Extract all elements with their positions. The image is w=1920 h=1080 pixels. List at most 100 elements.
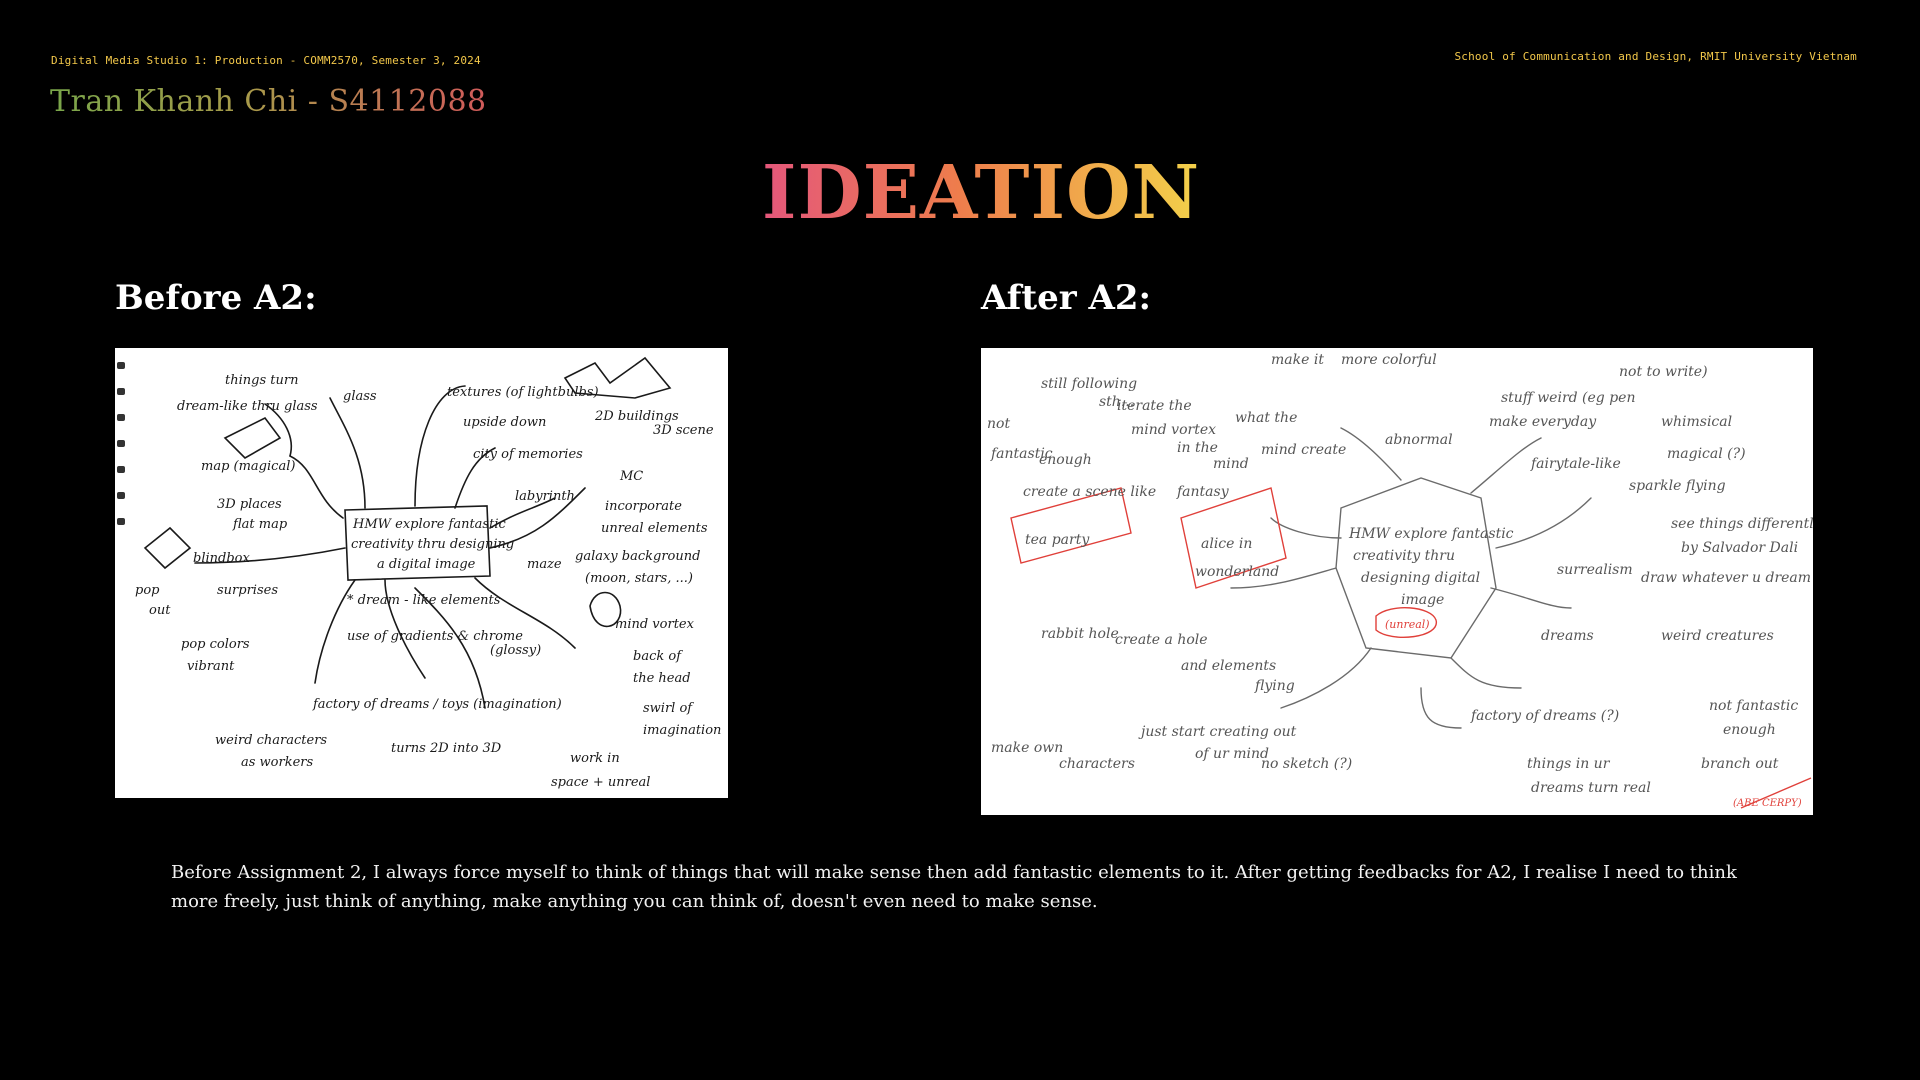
before-note: * dream - like elements bbox=[347, 593, 501, 608]
before-note: pop bbox=[135, 583, 160, 598]
after-note: magical (?) bbox=[1667, 446, 1746, 462]
after-note: just start creating out bbox=[1138, 724, 1297, 740]
after-center-line: image bbox=[1401, 592, 1444, 608]
after-note: make everyday bbox=[1489, 414, 1597, 430]
after-note: (ABE CERPY) bbox=[1733, 798, 1802, 809]
after-note: not fantastic bbox=[1709, 698, 1798, 714]
before-note: map (magical) bbox=[201, 459, 295, 474]
after-note: sparkle flying bbox=[1629, 478, 1726, 494]
after-sketch-image: HMW explore fantastic creativity thru de… bbox=[981, 348, 1813, 815]
after-note: rabbit hole bbox=[1041, 626, 1119, 642]
before-note: factory of dreams / toys (imagination) bbox=[312, 697, 562, 712]
before-note: back of bbox=[633, 649, 683, 664]
before-note: labyrinth bbox=[515, 489, 575, 504]
after-note: tea party bbox=[1025, 532, 1090, 548]
after-note: alice in bbox=[1201, 536, 1252, 552]
after-note: what the bbox=[1235, 410, 1297, 426]
after-note: and elements bbox=[1181, 658, 1276, 674]
before-note: things turn bbox=[225, 373, 298, 388]
before-note: 3D places bbox=[217, 497, 282, 512]
page-title: IDEATION bbox=[0, 150, 1920, 236]
before-note: mind vortex bbox=[615, 617, 695, 632]
before-note: galaxy background bbox=[575, 549, 700, 564]
before-note: glass bbox=[343, 389, 377, 404]
after-center-line: designing digital bbox=[1361, 570, 1480, 586]
after-note: create a scene like bbox=[1023, 484, 1156, 500]
after-note: see things differently bbox=[1671, 516, 1813, 532]
after-note: factory of dreams (?) bbox=[1470, 708, 1619, 724]
before-note: dream-like thru glass bbox=[177, 399, 318, 414]
after-note: by Salvador Dali bbox=[1681, 540, 1798, 556]
after-note: mind bbox=[1213, 456, 1249, 472]
before-note: pop colors bbox=[181, 637, 250, 652]
after-center-line: creativity thru bbox=[1353, 548, 1455, 564]
before-note: turns 2D into 3D bbox=[391, 741, 502, 756]
before-note: work in bbox=[570, 751, 620, 766]
before-label: Before A2: bbox=[115, 278, 317, 318]
before-note: as workers bbox=[241, 755, 314, 770]
after-note: wonderland bbox=[1195, 564, 1279, 580]
after-note: weird creatures bbox=[1661, 628, 1774, 644]
after-note: create a hole bbox=[1115, 632, 1208, 648]
before-note: 3D scene bbox=[653, 423, 714, 438]
after-note: dreams turn real bbox=[1531, 780, 1651, 796]
before-note: (glossy) bbox=[490, 643, 541, 658]
after-center-note: (unreal) bbox=[1385, 618, 1430, 631]
before-note: incorporate bbox=[605, 499, 682, 514]
before-note: weird characters bbox=[215, 733, 327, 748]
before-note: space + unreal bbox=[551, 775, 650, 790]
before-note: textures (of lightbulbs) bbox=[447, 385, 599, 400]
reflection-caption: Before Assignment 2, I always force myse… bbox=[171, 862, 1737, 912]
after-label: After A2: bbox=[981, 278, 1152, 318]
before-note: MC bbox=[619, 469, 643, 484]
after-note: characters bbox=[1059, 756, 1135, 772]
after-note: enough bbox=[1039, 452, 1092, 468]
before-note: imagination bbox=[643, 723, 721, 738]
before-note: (moon, stars, ...) bbox=[585, 571, 693, 586]
before-center-line: a digital image bbox=[377, 557, 476, 572]
after-note: make it bbox=[1271, 352, 1324, 368]
before-mindmap: HMW explore fantastic creativity thru de… bbox=[117, 356, 721, 790]
after-note: branch out bbox=[1701, 756, 1779, 772]
before-center-line: HMW explore fantastic bbox=[352, 517, 506, 532]
after-note: fairytale-like bbox=[1530, 456, 1621, 472]
author-name: Tran Khanh Chi - S4112088 bbox=[50, 84, 487, 119]
after-note: not to write) bbox=[1619, 364, 1708, 380]
before-note: blindbox bbox=[193, 551, 250, 566]
before-note: out bbox=[149, 603, 171, 618]
before-note: surprises bbox=[217, 583, 278, 598]
before-sketch-image: HMW explore fantastic creativity thru de… bbox=[115, 348, 728, 798]
before-note: swirl of bbox=[643, 701, 694, 716]
after-mindmap: HMW explore fantastic creativity thru de… bbox=[987, 352, 1813, 809]
after-note: abnormal bbox=[1385, 432, 1453, 448]
after-note: surrealism bbox=[1557, 562, 1633, 578]
after-center-line: HMW explore fantastic bbox=[1348, 526, 1514, 542]
after-note: flying bbox=[1254, 678, 1295, 694]
after-note: make own bbox=[991, 740, 1063, 756]
after-note: mind vortex bbox=[1131, 422, 1216, 438]
before-note: use of gradients & chrome bbox=[347, 629, 523, 644]
after-note: stuff weird (eg pen bbox=[1501, 390, 1635, 406]
after-note: in the bbox=[1177, 440, 1218, 456]
after-note: no sketch (?) bbox=[1261, 756, 1352, 772]
before-note: flat map bbox=[232, 517, 288, 532]
after-note: of ur mind bbox=[1195, 746, 1269, 762]
after-note: dreams bbox=[1541, 628, 1594, 644]
before-center-line: creativity thru designing bbox=[351, 537, 514, 552]
after-note: iterate the bbox=[1117, 398, 1192, 414]
before-note: upside down bbox=[463, 415, 546, 430]
before-note: unreal elements bbox=[601, 521, 708, 536]
before-note: 2D buildings bbox=[594, 409, 679, 424]
before-note: city of memories bbox=[473, 447, 583, 462]
after-note: not bbox=[987, 416, 1010, 432]
after-note: more colorful bbox=[1341, 352, 1437, 368]
before-note: maze bbox=[527, 557, 562, 572]
school-info: School of Communication and Design, RMIT… bbox=[1454, 50, 1857, 63]
after-note: still following bbox=[1041, 376, 1137, 392]
before-note: the head bbox=[633, 671, 691, 686]
after-note: draw whatever u dream bbox=[1641, 570, 1811, 586]
page-title-text: IDEATION bbox=[761, 150, 1201, 236]
after-note: enough bbox=[1723, 722, 1776, 738]
before-note: vibrant bbox=[187, 659, 235, 674]
after-note: whimsical bbox=[1661, 414, 1732, 430]
